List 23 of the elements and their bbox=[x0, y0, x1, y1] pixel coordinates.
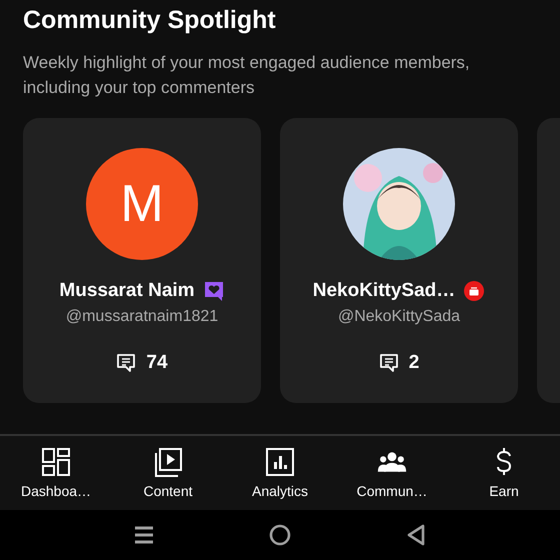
nav-tab[interactable]: Commun… bbox=[336, 436, 448, 510]
channel-handle: @mussaratnaim1821 bbox=[66, 308, 218, 326]
nav-tab[interactable]: Content bbox=[112, 436, 224, 510]
comment-icon bbox=[378, 353, 399, 373]
channel-name: Mussarat Naim bbox=[59, 280, 195, 302]
letter-avatar: M bbox=[86, 148, 198, 260]
video-library-icon bbox=[153, 447, 183, 477]
nav-tab[interactable]: Earn bbox=[448, 436, 560, 510]
nav-tab[interactable]: Analytics bbox=[224, 436, 336, 510]
comment-icon bbox=[116, 353, 136, 373]
profile-card[interactable]: NekoKittySad… @NekoKittySada 2 bbox=[280, 118, 518, 403]
channel-name: NekoKittySad… bbox=[312, 280, 456, 302]
section-title: Community Spotlight bbox=[23, 5, 277, 36]
comment-count: 2 bbox=[408, 352, 420, 374]
bar-chart-icon bbox=[265, 447, 295, 477]
dashboard-icon bbox=[41, 447, 71, 477]
channel-handle: @NekoKittySada bbox=[338, 308, 460, 326]
heart-badge-icon bbox=[202, 280, 225, 302]
profile-card[interactable]: M Mussarat Naim @mussaratnaim1821 74 bbox=[23, 118, 261, 403]
home-icon[interactable] bbox=[268, 523, 292, 547]
section-description: Weekly highlight of your most engaged audience members, including your top commenters bbox=[23, 52, 471, 99]
comment-count: 74 bbox=[146, 352, 168, 374]
nav-tab[interactable]: Dashboa… bbox=[0, 436, 112, 510]
